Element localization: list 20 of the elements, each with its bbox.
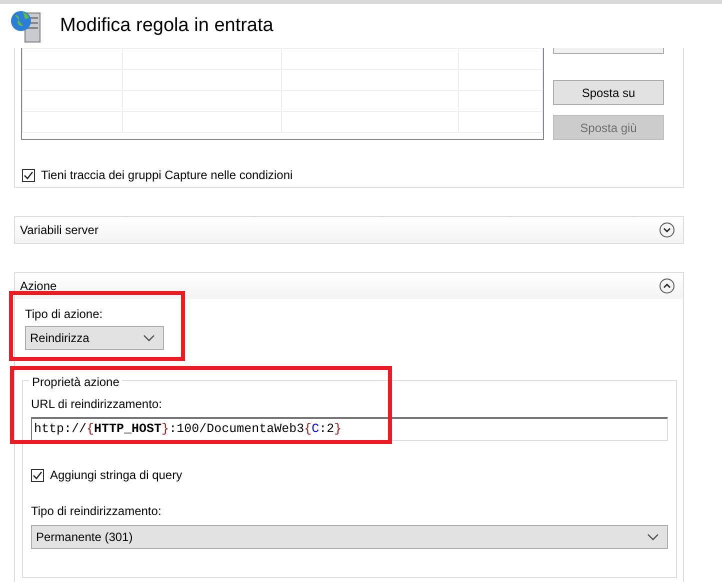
field-label: Tipo di azione: bbox=[25, 306, 104, 323]
dropdown-value: Reindirizza bbox=[30, 330, 90, 347]
checkbox-label: Aggiungi stringa di query bbox=[50, 467, 182, 484]
checkbox[interactable] bbox=[31, 468, 44, 482]
checkbox-label: Tieni traccia dei gruppi Capture nelle condizioni bbox=[41, 167, 293, 184]
url-field[interactable]: http://{HTTP_HOST}:100/DocumentaWeb3{C:2} bbox=[31, 417, 668, 441]
move-up-button[interactable]: Sposta su bbox=[553, 80, 664, 105]
section-title: Variabili server bbox=[20, 222, 98, 239]
dropdown[interactable]: Reindirizza bbox=[25, 326, 164, 350]
dropdown[interactable]: Permanente (301) bbox=[31, 525, 668, 549]
dropdown-value: Permanente (301) bbox=[36, 529, 133, 546]
section-title: Azione bbox=[20, 278, 57, 295]
field-label: Tipo di reindirizzamento: bbox=[31, 503, 162, 520]
window-title: Modifica regola in entrata bbox=[60, 14, 274, 38]
caret-icon bbox=[143, 334, 155, 342]
field-label: URL di reindirizzamento: bbox=[31, 396, 163, 413]
expand-icon[interactable] bbox=[659, 222, 675, 238]
caret-icon bbox=[647, 533, 659, 541]
collapse-icon[interactable] bbox=[659, 278, 675, 294]
checkbox[interactable] bbox=[22, 168, 35, 182]
